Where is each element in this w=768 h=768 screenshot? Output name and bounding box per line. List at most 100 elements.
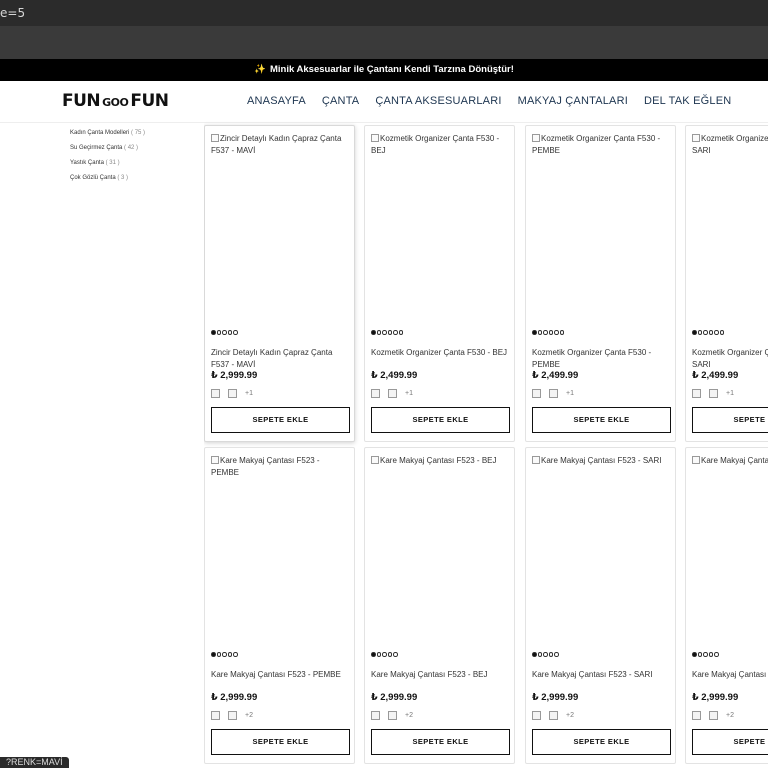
logo-part-1: FUN bbox=[62, 91, 101, 111]
more-colors[interactable]: +2 bbox=[726, 712, 734, 719]
nav-makyaj-cantalari[interactable]: MAKYAJ ÇANTALARI bbox=[518, 95, 628, 107]
color-swatches: +2 bbox=[532, 711, 574, 720]
image-dots bbox=[692, 330, 724, 335]
product-name[interactable]: Kozmetik Organizer Çanta F530 - PEMBE bbox=[532, 347, 672, 371]
product-name[interactable]: Kozmetik Organizer Çanta F530 - SARI bbox=[692, 347, 768, 371]
swatch-icon[interactable] bbox=[211, 389, 220, 398]
product-price: ₺ 2,999.99 bbox=[532, 692, 579, 703]
product-name[interactable]: Kare Makyaj Çantası F523 - BEJ bbox=[371, 669, 511, 681]
swatch-icon[interactable] bbox=[371, 711, 380, 720]
product-price: ₺ 2,999.99 bbox=[211, 370, 258, 381]
product-name[interactable]: Kare Makyaj Çantası F523 - SARI bbox=[532, 669, 672, 681]
logo-part-3: FUN bbox=[130, 91, 169, 111]
product-image[interactable]: Kare Makyaj Çantası F523 - SARI bbox=[532, 455, 670, 645]
product-image[interactable]: Kozmetik Organizer Çanta F530 - BEJ bbox=[371, 133, 509, 323]
swatch-icon[interactable] bbox=[549, 389, 558, 398]
more-colors[interactable]: +2 bbox=[245, 712, 253, 719]
product-card[interactable]: Kozmetik Organizer Çanta F530 - BEJ Kozm… bbox=[364, 125, 515, 442]
category-item[interactable]: Yastık Çanta ( 31 ) bbox=[70, 158, 145, 173]
product-card[interactable]: Kozmetik Organizer Çanta F530 - SARI Koz… bbox=[685, 125, 768, 442]
color-swatches: +1 bbox=[692, 389, 734, 398]
product-card[interactable]: Kare Makyaj Çantası F523 - PEMBE Kare Ma… bbox=[204, 447, 355, 764]
nav-del-tak-eglen[interactable]: DEL TAK EĞLEN bbox=[644, 95, 731, 107]
add-to-cart-button[interactable]: SEPETE EKLE bbox=[371, 407, 510, 433]
add-to-cart-button[interactable]: SEPETE EKLE bbox=[692, 407, 768, 433]
product-price: ₺ 2,499.99 bbox=[532, 370, 579, 381]
product-price: ₺ 2,499.99 bbox=[371, 370, 418, 381]
swatch-icon[interactable] bbox=[549, 711, 558, 720]
swatch-icon[interactable] bbox=[532, 711, 541, 720]
swatch-icon[interactable] bbox=[388, 389, 397, 398]
broken-image-icon bbox=[211, 134, 219, 142]
product-grid: Zincir Detaylı Kadın Çapraz Çanta F537 -… bbox=[204, 120, 768, 768]
product-image[interactable]: Kare Makyaj Çantası F523 - PEMBE bbox=[211, 455, 349, 645]
product-card[interactable]: Zincir Detaylı Kadın Çapraz Çanta F537 -… bbox=[204, 125, 355, 442]
image-dots bbox=[211, 652, 238, 657]
broken-image-icon bbox=[532, 456, 540, 464]
image-dots bbox=[692, 652, 719, 657]
add-to-cart-button[interactable]: SEPETE EKLE bbox=[371, 729, 510, 755]
image-dots bbox=[371, 330, 403, 335]
swatch-icon[interactable] bbox=[709, 711, 718, 720]
more-colors[interactable]: +1 bbox=[405, 390, 413, 397]
image-dots bbox=[211, 330, 238, 335]
swatch-icon[interactable] bbox=[211, 711, 220, 720]
add-to-cart-button[interactable]: SEPETE EKLE bbox=[532, 729, 671, 755]
announcement-bar: ✨ Minik Aksesuarlar ile Çantanı Kendi Tar… bbox=[0, 59, 768, 81]
product-card[interactable]: Kare Makyaj Çantası F523 - BEJ Kare Maky… bbox=[364, 447, 515, 764]
broken-image-icon bbox=[532, 134, 540, 142]
nav-canta[interactable]: ÇANTA bbox=[322, 95, 359, 107]
product-price: ₺ 2,999.99 bbox=[211, 692, 258, 703]
image-dots bbox=[532, 652, 559, 657]
product-name[interactable]: Kozmetik Organizer Çanta F530 - BEJ bbox=[371, 347, 511, 359]
swatch-icon[interactable] bbox=[692, 711, 701, 720]
url-fragment[interactable]: e=5 bbox=[0, 6, 25, 20]
swatch-icon[interactable] bbox=[709, 389, 718, 398]
more-colors[interactable]: +1 bbox=[566, 390, 574, 397]
product-image[interactable]: Kare Makyaj Çantası F523 - MAVİ bbox=[692, 455, 768, 645]
nav-anasayfa[interactable]: ANASAYFA bbox=[247, 95, 306, 107]
browser-toolbar bbox=[0, 26, 768, 59]
more-colors[interactable]: +2 bbox=[405, 712, 413, 719]
swatch-icon[interactable] bbox=[228, 389, 237, 398]
swatch-icon[interactable] bbox=[371, 389, 380, 398]
product-name[interactable]: Kare Makyaj Çantası F523 - PEMBE bbox=[211, 669, 351, 681]
add-to-cart-button[interactable]: SEPETE EKLE bbox=[211, 407, 350, 433]
product-price: ₺ 2,499.99 bbox=[692, 370, 739, 381]
add-to-cart-button[interactable]: SEPETE EKLE bbox=[532, 407, 671, 433]
nav-canta-aksesuarlari[interactable]: ÇANTA AKSESUARLARI bbox=[375, 95, 501, 107]
product-image[interactable]: Kare Makyaj Çantası F523 - BEJ bbox=[371, 455, 509, 645]
swatch-icon[interactable] bbox=[228, 711, 237, 720]
category-item[interactable]: Su Geçirmez Çanta ( 42 ) bbox=[70, 143, 145, 158]
swatch-icon[interactable] bbox=[532, 389, 541, 398]
color-swatches: +2 bbox=[211, 711, 253, 720]
more-colors[interactable]: +2 bbox=[566, 712, 574, 719]
product-card[interactable]: Kozmetik Organizer Çanta F530 - PEMBE Ko… bbox=[525, 125, 676, 442]
broken-image-icon bbox=[692, 456, 700, 464]
add-to-cart-button[interactable]: SEPETE EKLE bbox=[211, 729, 350, 755]
color-swatches: +1 bbox=[371, 389, 413, 398]
sparkles-icon: ✨ bbox=[254, 64, 266, 75]
swatch-icon[interactable] bbox=[388, 711, 397, 720]
site-logo[interactable]: FUN GOO FUN bbox=[62, 91, 169, 113]
color-swatches: +2 bbox=[371, 711, 413, 720]
product-name[interactable]: Zincir Detaylı Kadın Çapraz Çanta F537 -… bbox=[211, 347, 351, 371]
more-colors[interactable]: +1 bbox=[726, 390, 734, 397]
product-image[interactable]: Kozmetik Organizer Çanta F530 - PEMBE bbox=[532, 133, 670, 323]
browser-tab-strip: e=5 bbox=[0, 0, 768, 26]
category-item[interactable]: Kadın Çanta Modelleri ( 75 ) bbox=[70, 128, 145, 143]
product-image[interactable]: Zincir Detaylı Kadın Çapraz Çanta F537 -… bbox=[211, 133, 349, 323]
image-dots bbox=[371, 652, 398, 657]
product-image[interactable]: Kozmetik Organizer Çanta F530 - SARI bbox=[692, 133, 768, 323]
product-name[interactable]: Kare Makyaj Çantası F523 - MAVİ bbox=[692, 669, 768, 681]
more-colors[interactable]: +1 bbox=[245, 390, 253, 397]
color-swatches: +1 bbox=[532, 389, 574, 398]
product-card[interactable]: Kare Makyaj Çantası F523 - SARI Kare Mak… bbox=[525, 447, 676, 764]
broken-image-icon bbox=[371, 456, 379, 464]
add-to-cart-button[interactable]: SEPETE EKLE bbox=[692, 729, 768, 755]
product-card[interactable]: Kare Makyaj Çantası F523 - MAVİ Kare Mak… bbox=[685, 447, 768, 764]
logo-part-2: GOO bbox=[102, 96, 129, 109]
swatch-icon[interactable] bbox=[692, 389, 701, 398]
announcement-text: Minik Aksesuarlar ile Çantanı Kendi Tarz… bbox=[269, 64, 514, 75]
category-item[interactable]: Çok Gözlü Çanta ( 3 ) bbox=[70, 173, 145, 188]
